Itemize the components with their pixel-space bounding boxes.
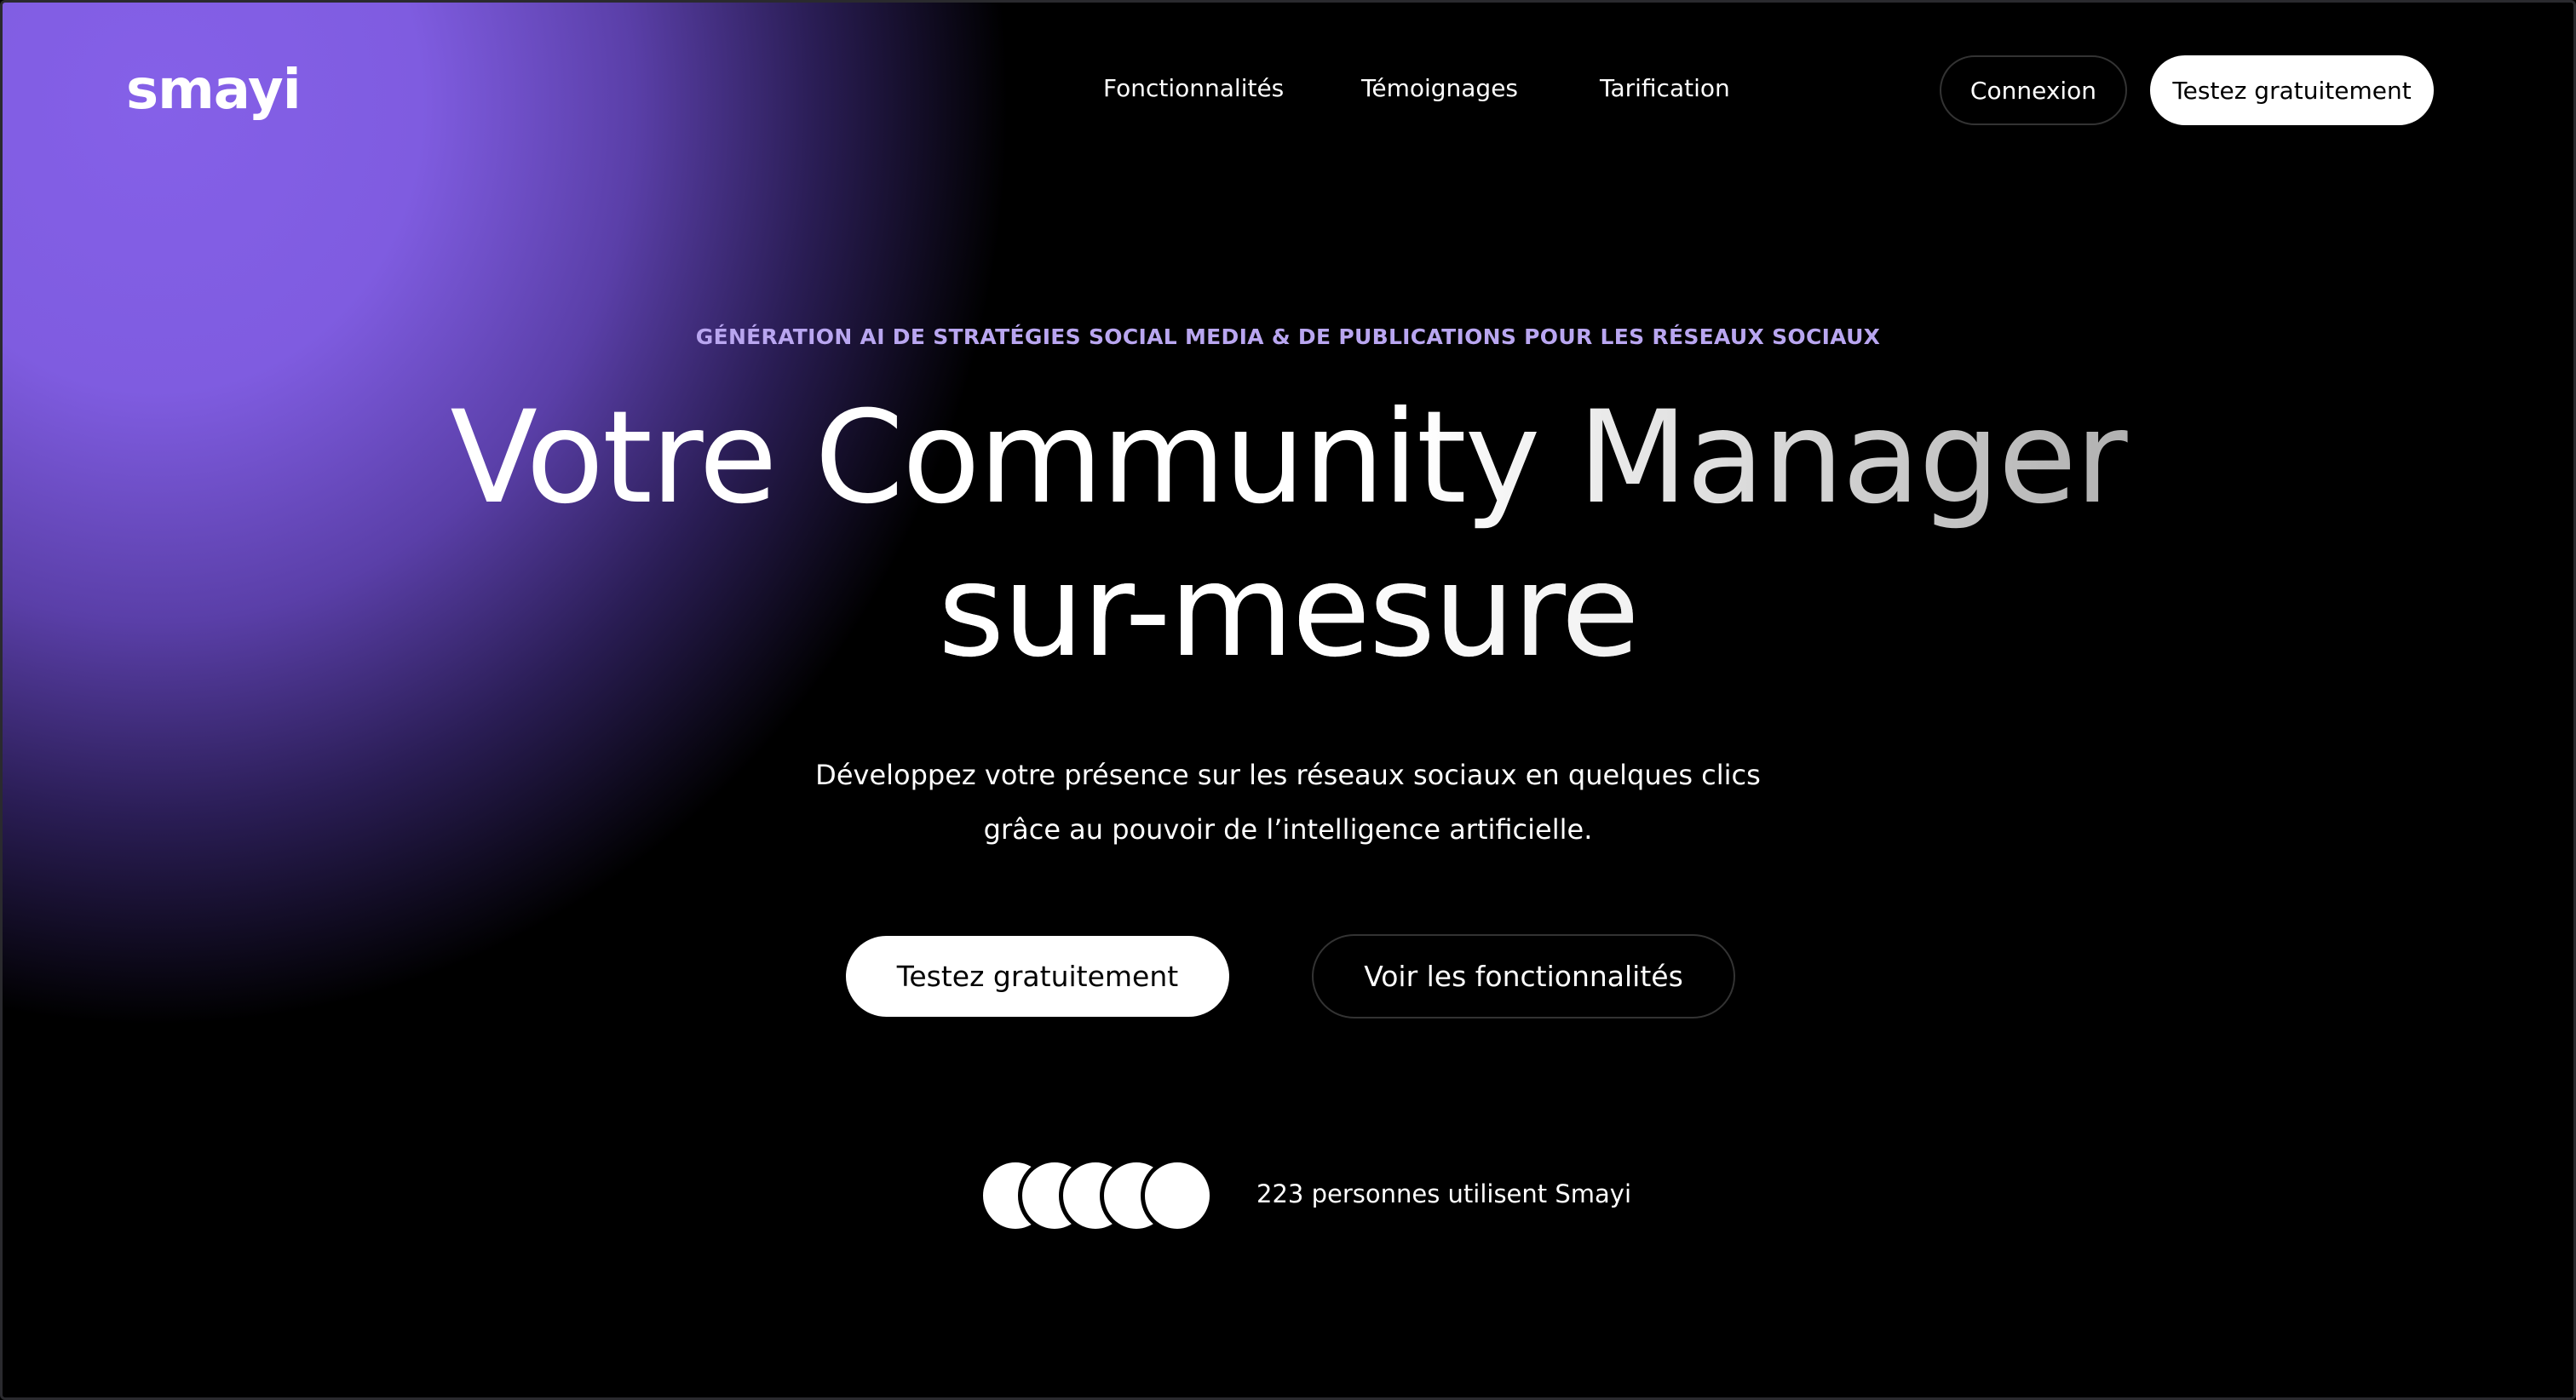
login-button[interactable]: Connexion — [1940, 55, 2127, 125]
hero-tagline: GÉNÉRATION AI DE STRATÉGIES SOCIAL MEDIA… — [695, 324, 1881, 349]
user-count-text: 223 personnes utilisent Smayi — [1256, 1179, 1632, 1208]
nav-pricing[interactable]: Tarification — [1600, 74, 1730, 102]
avatar — [1141, 1158, 1214, 1233]
hero-subtitle: Développez votre présence sur les réseau… — [3, 748, 2573, 857]
header-try-free-button[interactable]: Testez gratuitement — [2150, 55, 2434, 125]
hero-subtitle-line2: grâce au pouvoir de l’intelligence artif… — [983, 813, 1593, 846]
hero-subtitle-line1: Développez votre présence sur les réseau… — [815, 759, 1761, 791]
hero-title: Votre Community Manager sur-mesure — [3, 382, 2573, 688]
nav-features[interactable]: Fonctionnalités — [1103, 74, 1284, 102]
page: smayi Fonctionnalités Témoignages Tarifi… — [0, 0, 2576, 1400]
hero-title-line2: sur-mesure — [3, 535, 2573, 688]
logo[interactable]: smayi — [126, 59, 302, 122]
see-features-button[interactable]: Voir les fonctionnalités — [1312, 934, 1735, 1018]
hero-title-line1: Votre Community Manager — [450, 384, 2126, 532]
nav-testimonials[interactable]: Témoignages — [1361, 74, 1518, 102]
user-avatars — [979, 1158, 1214, 1233]
hero-try-free-button[interactable]: Testez gratuitement — [846, 936, 1229, 1017]
